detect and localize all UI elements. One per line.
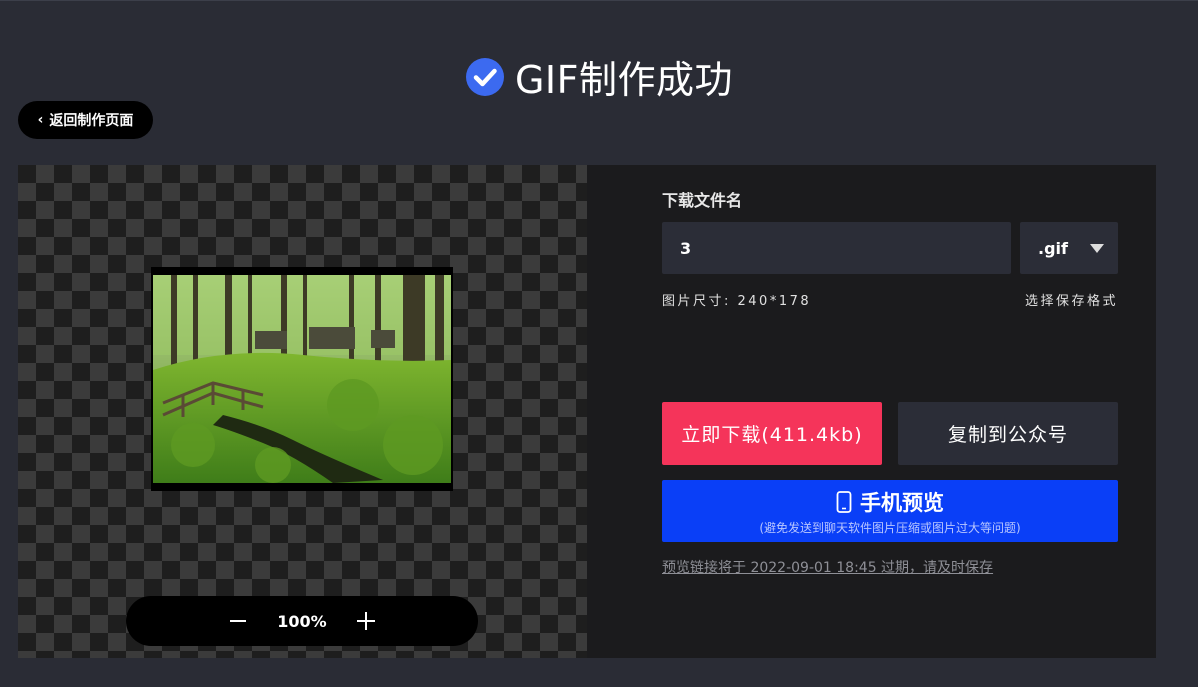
zoom-out-button[interactable] [225,608,251,634]
zoom-control-bar: 100% [126,596,478,646]
image-size-text: 图片尺寸: 240*178 [662,294,812,309]
zoom-in-button[interactable] [353,608,379,634]
format-selected-value: .gif [1038,238,1068,258]
select-format-label[interactable]: 选择保存格式 [1025,290,1118,309]
format-select[interactable]: .gif [1020,222,1118,274]
minus-icon [230,620,246,622]
zoom-level: 100% [277,611,327,631]
download-options: 下载文件名 .gif 图片尺寸: 240*178 选择保存格式 立即下载(411… [662,165,1118,658]
page-title: GIF制作成功 [514,58,733,102]
gif-preview-area: 100% [18,165,587,658]
phone-icon [836,490,852,513]
meta-row: 图片尺寸: 240*178 选择保存格式 [662,290,1118,309]
gif-result-page: GIF制作成功 ‹ 返回制作页面 100% 下载文件名 3 .gif 图片尺寸:… [0,0,1198,687]
copy-to-official-account-button[interactable]: 复制到公众号 [898,402,1118,465]
gif-preview-image [151,267,453,491]
plus-icon [357,612,375,630]
back-button-label: 返回制作页面 [49,113,134,129]
result-panel: 100% 下载文件名 .gif 图片尺寸: 240*178 选择保存格式 [18,165,1156,658]
title-row: GIF制作成功 [0,49,1198,104]
mobile-preview-subtext: (避免发送到聊天软件图片压缩或图片过大等问题) [759,520,1021,535]
chevron-left-icon: ‹ [37,112,44,128]
filename-input[interactable] [662,222,1011,274]
filename-label: 下载文件名 [662,191,743,210]
forest-scene-image [153,275,451,483]
download-button[interactable]: 立即下载(411.4kb) [662,402,882,465]
mobile-preview-label: 手机预览 [860,490,944,515]
mobile-preview-main: 手机预览 [836,487,944,517]
check-circle-icon [465,57,504,96]
preview-expire-note[interactable]: 预览链接将于 2022-09-01 18:45 过期，请及时保存 [662,557,993,577]
mobile-preview-button[interactable]: 手机预览 (避免发送到聊天软件图片压缩或图片过大等问题) [662,480,1118,542]
caret-down-icon [1089,243,1104,253]
back-to-editor-button[interactable]: ‹ 返回制作页面 [18,101,153,139]
